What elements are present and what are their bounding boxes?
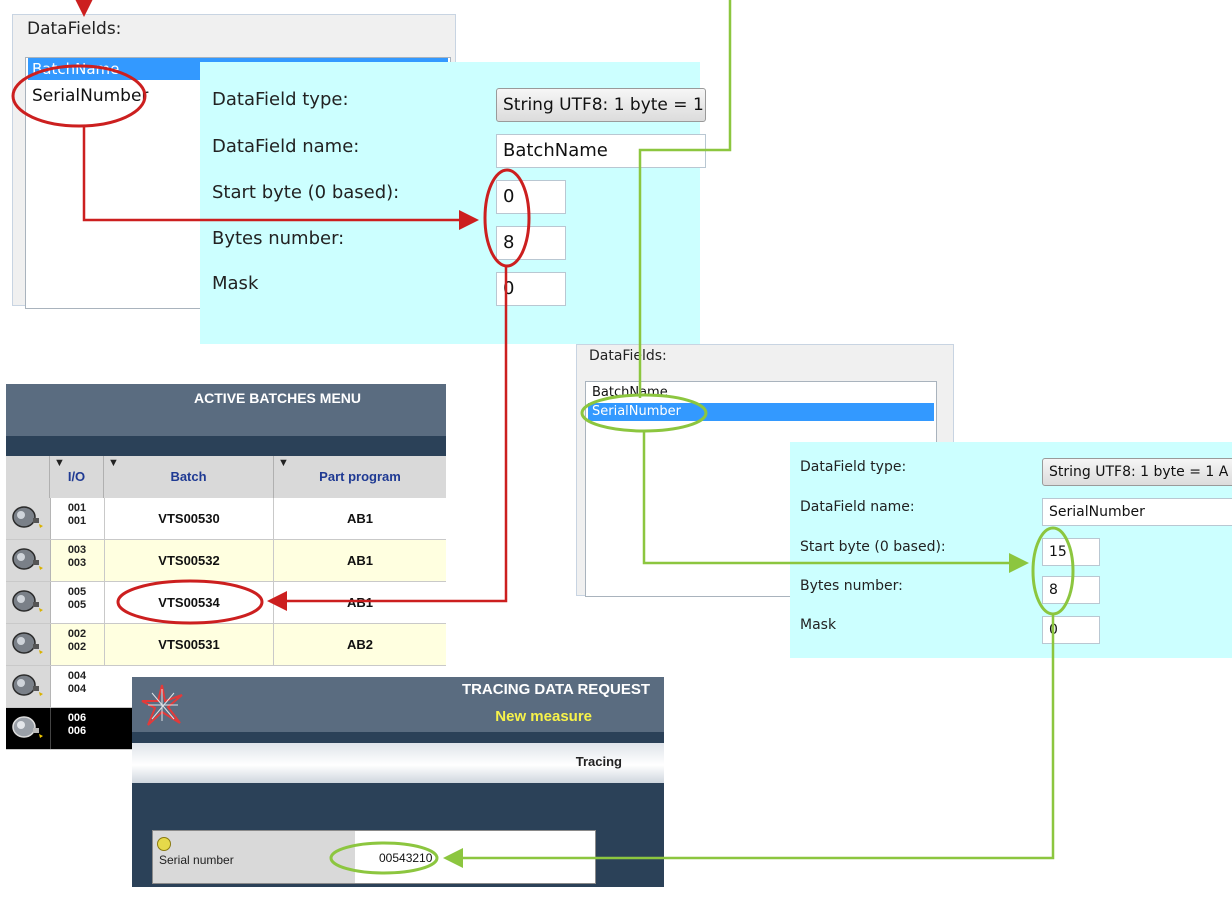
green-circle-bytes xyxy=(1031,526,1075,616)
green-circle-serial-value xyxy=(329,841,439,875)
green-arrow-to-serial xyxy=(443,614,1055,868)
green-circle-serialnumber xyxy=(580,393,708,433)
red-circle-bytes xyxy=(483,168,531,268)
green-arrow-to-start-byte xyxy=(642,431,1029,573)
red-arrow-to-start-byte xyxy=(82,127,479,230)
green-line-top xyxy=(638,0,732,398)
red-arrow-to-batch xyxy=(267,266,508,611)
red-circle-batch xyxy=(116,579,264,625)
red-circle-serialnumber xyxy=(11,64,147,128)
annotation-overlay xyxy=(11,0,1075,875)
